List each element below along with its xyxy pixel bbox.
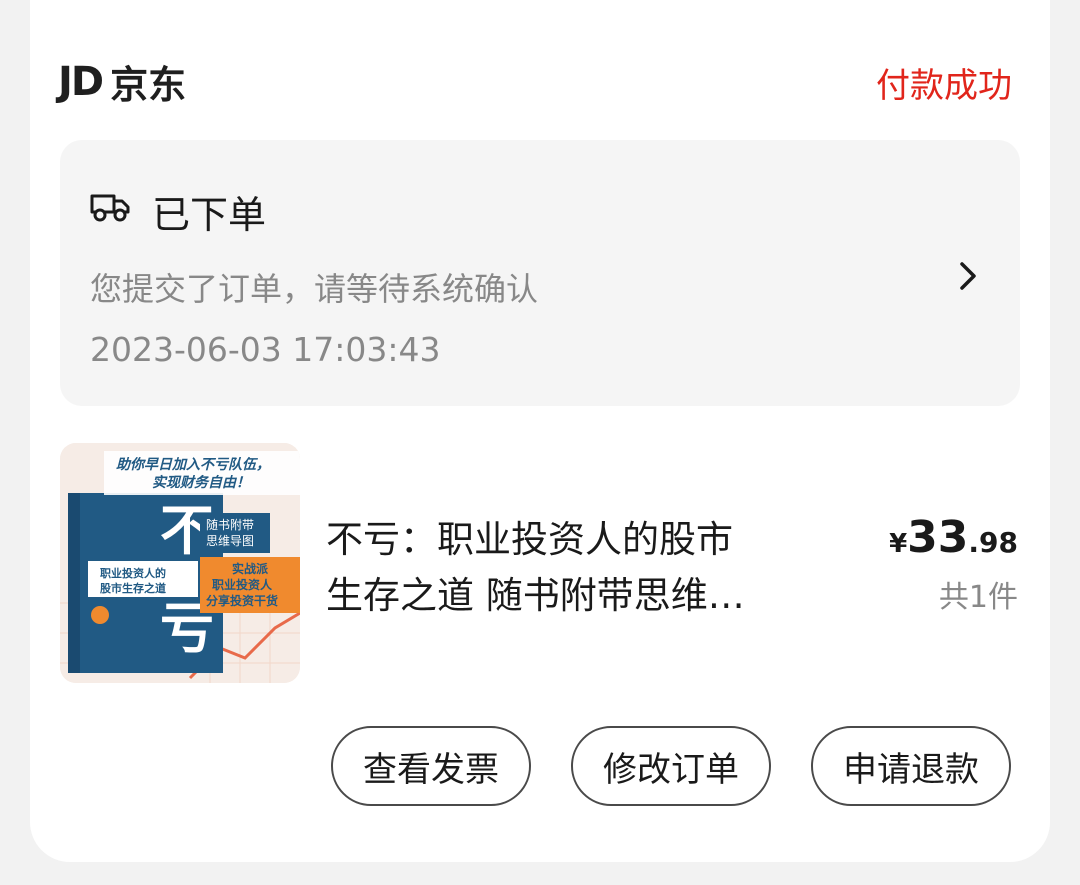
logo-cn: 京东	[110, 63, 187, 107]
product-title-line-1: 不亏：职业投资人的股市	[326, 518, 733, 561]
order-status-title: 已下单	[152, 193, 267, 237]
price-decimal: .98	[968, 526, 1018, 559]
cover-sticker-1: 随书附带	[206, 517, 254, 532]
product-title-line-2: 生存之道 随书附带思维…	[326, 574, 745, 617]
request-refund-button[interactable]: 申请退款	[811, 726, 1011, 806]
order-status-panel[interactable]: 已下单 您提交了订单，请等待系统确认 2023-06-03 17:03:43	[60, 140, 1020, 406]
order-status-description: 您提交了订单，请等待系统确认	[90, 270, 539, 308]
cover-banner-1: 助你早日加入不亏队伍，	[116, 456, 270, 473]
product-cover-image[interactable]: 不 亏 职业投资人的 股市生存之道 助你早日加入不亏队伍， 实现财务自由！ 随书…	[60, 443, 300, 683]
chevron-right-icon[interactable]	[956, 258, 980, 294]
logo-jd: JD	[58, 58, 104, 105]
cover-promo-2: 职业投资人	[212, 577, 273, 592]
cover-banner-2: 实现财务自由！	[152, 474, 250, 491]
modify-order-button[interactable]: 修改订单	[571, 726, 771, 806]
order-timestamp: 2023-06-03 17:03:43	[90, 330, 441, 369]
cover-promo-1: 实战派	[232, 561, 269, 576]
view-invoice-button[interactable]: 查看发票	[331, 726, 531, 806]
product-title[interactable]: 不亏：职业投资人的股市 生存之道 随书附带思维…	[326, 512, 846, 624]
card-header: JD 京东 付款成功	[30, 40, 1050, 120]
cover-subtitle-2: 股市生存之道	[100, 581, 166, 595]
payment-status: 付款成功	[876, 66, 1012, 106]
price-currency: ¥	[889, 529, 908, 559]
jd-logo[interactable]: JD 京东	[58, 54, 186, 109]
cover-subtitle-1: 职业投资人的	[100, 566, 166, 580]
product-quantity: 共1件	[938, 580, 1018, 615]
product-price: ¥33.98	[889, 512, 1018, 563]
cover-promo-3: 分享投资干货	[206, 593, 278, 608]
truck-icon	[90, 194, 130, 222]
cover-sticker-2: 思维导图	[206, 534, 254, 548]
book-cover-illustration: 不 亏 职业投资人的 股市生存之道 助你早日加入不亏队伍， 实现财务自由！ 随书…	[60, 443, 300, 683]
price-integer: 33	[907, 512, 969, 563]
